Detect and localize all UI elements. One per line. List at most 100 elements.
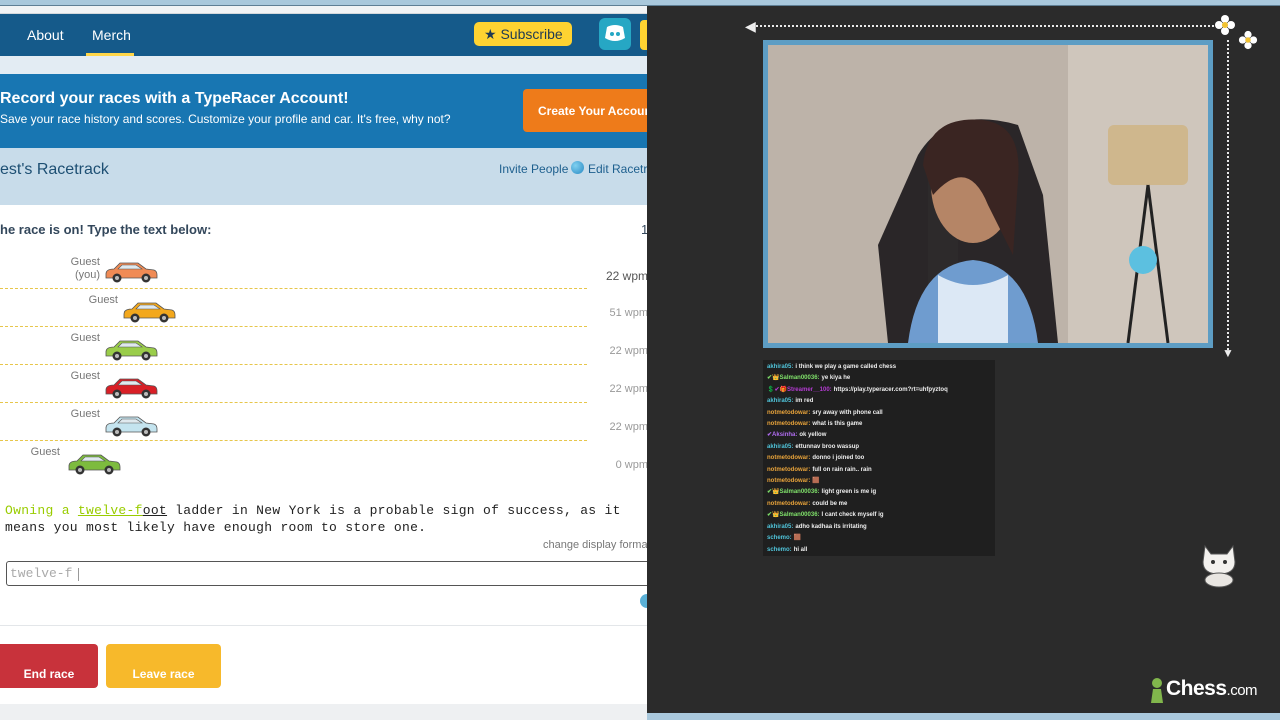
dotted-border-top <box>752 25 1222 27</box>
racer-wpm: 22 wpm <box>605 269 647 283</box>
nav-link-merch[interactable]: Merch <box>92 27 131 43</box>
racer-wpm: 22 wpm <box>609 421 647 433</box>
lane-divider <box>0 402 587 403</box>
typed-text: Owning a <box>5 503 78 518</box>
racer-name-line: Guest <box>70 332 100 344</box>
chat-message: akhira05: ettunnav broo wassup <box>767 442 991 453</box>
help-icon[interactable] <box>640 594 647 608</box>
chat-message: akhira05: im red <box>767 396 991 407</box>
chat-message: notmetodowar: could be me <box>767 499 991 510</box>
chesscom-wordmark: Chess <box>1166 677 1227 700</box>
chat-username: akhira05: <box>767 443 794 450</box>
overlay-frame-bottom <box>647 713 1280 720</box>
race-car <box>123 302 176 323</box>
chat-message: notmetodowar: what is this game <box>767 419 991 430</box>
chat-message: akhira05: adho kadhaa its irritating <box>767 522 991 533</box>
stream-chat: akhira05: i think we play a game called c… <box>763 360 995 556</box>
typing-input[interactable] <box>6 561 647 586</box>
chat-message: 💲✔🎁Streamer__100: https://play.typeracer.… <box>767 385 991 396</box>
chat-text: ok yellow <box>799 432 827 439</box>
webcam-frame <box>763 40 1213 348</box>
racer-name-line: Guest <box>70 408 100 420</box>
racer-wpm: 22 wpm <box>609 383 647 395</box>
typeracer-page: About Merch ★ Subscribe Record your race… <box>0 0 647 720</box>
chat-username: notmetodowar: <box>767 478 811 485</box>
chat-username: akhira05: <box>767 364 794 370</box>
chat-message: notmetodowar: full on rain rain.. rain <box>767 465 991 476</box>
cat-icon <box>1202 544 1236 588</box>
leave-race-button[interactable]: Leave race <box>106 644 221 688</box>
chat-text: https://play.typeracer.com?rt=uhfpyztoq <box>833 386 948 393</box>
racer-wpm: 0 wpm <box>615 459 647 471</box>
chat-text: light green is me ig <box>821 489 877 496</box>
chat-text: what is this game <box>812 421 863 428</box>
chat-username: ✔👑Salman00036: <box>767 375 820 382</box>
discord-icon[interactable] <box>599 18 631 50</box>
chat-text: im red <box>795 398 814 405</box>
race-status-text: he race is on! Type the text below: <box>0 222 212 237</box>
invite-people-link[interactable]: Invite People <box>499 162 568 176</box>
edit-racetrack-link[interactable]: Edit Racetr <box>588 162 647 176</box>
chat-username: schemo: <box>767 546 792 553</box>
chat-text: donno i joined too <box>812 455 865 462</box>
racetrack-title: est's Racetrack <box>0 161 109 178</box>
racetrack-header: est's Racetrack Invite People Edit Racet… <box>0 148 647 205</box>
race-timer: 1 <box>641 222 647 237</box>
chat-message: notmetodowar: sry away with phone call <box>767 408 991 419</box>
lane-divider <box>0 326 587 327</box>
race-passage: Owning a twelve-foot ladder in New York … <box>5 502 645 536</box>
banner-subtitle: Save your race history and scores. Custo… <box>0 112 451 126</box>
chat-username: notmetodowar: <box>767 455 811 462</box>
arrow-down-icon: ▼ <box>1222 346 1234 360</box>
chat-message: schemo: 🟫 <box>767 533 991 544</box>
webcam-video <box>768 45 1208 343</box>
account-banner: Record your races with a TypeRacer Accou… <box>0 74 647 148</box>
chat-message: notmetodowar: donno i joined too <box>767 453 991 464</box>
chat-text: i think we play a game called chess <box>795 364 897 370</box>
chat-text: ye kiya he <box>821 375 851 382</box>
chat-text: 🟫 <box>812 478 820 485</box>
banner-title: Record your races with a TypeRacer Accou… <box>0 90 349 107</box>
nav-link-about[interactable]: About <box>27 27 64 43</box>
chat-username: notmetodowar: <box>767 466 811 473</box>
chat-text: adho kadhaa its irritating <box>795 523 867 530</box>
racer-name: Guest <box>0 446 60 459</box>
chat-text: I cant check myself ig <box>821 512 884 519</box>
nav-cut-off-button[interactable] <box>640 20 647 50</box>
race-car <box>68 454 121 475</box>
create-account-button[interactable]: Create Your Account <box>523 89 647 132</box>
racer-name-line: Guest <box>88 294 118 306</box>
flower-icon <box>1215 15 1235 35</box>
lane-divider <box>0 364 587 365</box>
flower-icon <box>1238 30 1258 50</box>
chat-message: akhira05: i think we play a game called c… <box>767 362 991 373</box>
divider <box>0 625 647 626</box>
change-display-format-link[interactable]: change display forma <box>543 539 647 551</box>
race-car <box>105 262 158 283</box>
racer-name-line: Guest <box>70 370 100 382</box>
lane-divider <box>0 440 587 441</box>
current-word-remaining: oot <box>142 503 168 518</box>
chat-username: ✔Aksinha: <box>767 432 798 439</box>
end-race-button[interactable]: End race <box>0 644 98 688</box>
chat-username: akhira05: <box>767 523 794 530</box>
chat-text: could be me <box>812 500 848 507</box>
current-word-typed: twelve-f <box>77 503 143 518</box>
chat-username: 💲✔🎁Streamer__100: <box>767 386 832 393</box>
racer-name: Guest <box>58 294 118 307</box>
subscribe-button[interactable]: ★ Subscribe <box>474 22 572 46</box>
chat-username: ✔👑Salman00036: <box>767 512 820 519</box>
racer-name: Guest (you) <box>40 256 100 282</box>
chat-username: ✔👑Salman00036: <box>767 489 820 496</box>
chat-text: hi all <box>793 546 808 553</box>
chat-text: full on rain rain.. rain <box>812 466 872 473</box>
racer-name-line: Guest <box>70 256 100 268</box>
top-navbar: About Merch ★ Subscribe <box>0 14 647 56</box>
racer-name: Guest <box>40 408 100 421</box>
chat-username: notmetodowar: <box>767 409 811 416</box>
race-car <box>105 416 158 437</box>
chat-message: ✔👑Salman00036: ye kiya he <box>767 373 991 384</box>
pawn-icon <box>1151 678 1163 703</box>
chat-message: ✔👑Salman00036: I cant check myself ig <box>767 510 991 521</box>
racer-wpm: 51 wpm <box>609 307 647 319</box>
